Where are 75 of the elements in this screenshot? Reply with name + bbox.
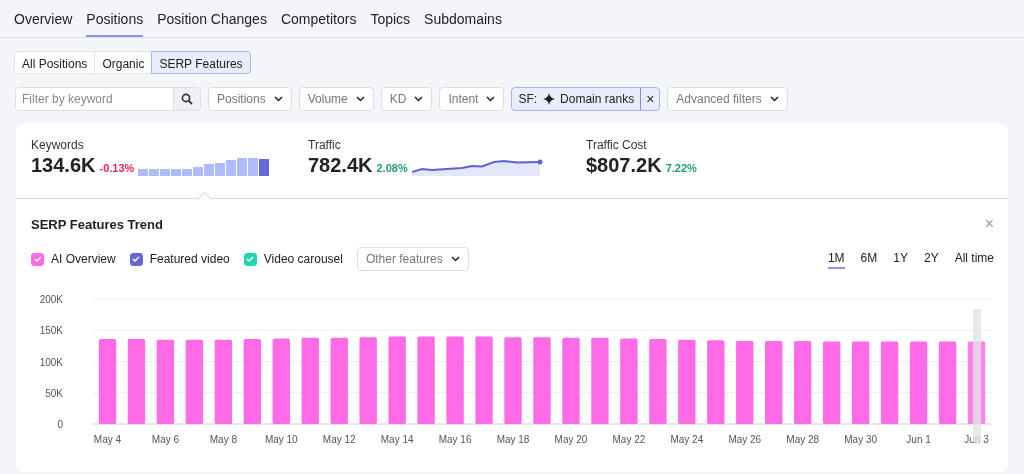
nav-tab[interactable]: Competitors (280, 0, 357, 37)
metric-label: Traffic Cost (586, 138, 648, 152)
axis-label: May 22 (612, 434, 646, 445)
caret-icon (414, 96, 424, 102)
check-icon (33, 256, 42, 262)
axis-label: May 30 (844, 434, 878, 445)
axis-label: 100K (39, 356, 63, 368)
search-button[interactable] (173, 88, 200, 110)
caret-icon (273, 96, 283, 102)
axis-label: May 24 (670, 434, 704, 445)
axis-label: May 10 (264, 434, 298, 445)
other-features-dropdown[interactable]: Other features (356, 247, 469, 271)
metric-label: Keywords (31, 138, 85, 152)
axis-label: May 18 (496, 434, 530, 445)
metric-value: 782.4K (308, 154, 373, 176)
period-tab[interactable]: 6M (860, 249, 878, 269)
axis-label: May 28 (786, 434, 820, 445)
search-icon (181, 93, 193, 105)
metric-label: Traffic (308, 138, 342, 152)
remove-filter-button[interactable]: × (640, 88, 660, 110)
search-field[interactable]: Filter by keyword (15, 87, 201, 111)
axis-label: May 20 (554, 434, 588, 445)
filter-dropdown[interactable]: KD (380, 87, 433, 111)
axis-label: May 14 (380, 434, 414, 445)
legend-label: Featured video (149, 252, 230, 266)
axis-label: Jun 3 (964, 434, 989, 445)
chip-prefix: SF: (517, 92, 539, 106)
nav-tab[interactable]: Topics (370, 0, 411, 37)
caret-icon (486, 96, 496, 102)
legend-checkbox[interactable] (243, 252, 257, 266)
metric-value: $807.2K (586, 154, 662, 176)
caret-icon (355, 96, 365, 102)
metric-panel[interactable]: Traffic 782.4K 2.08% (288, 138, 566, 199)
panel-title: SERP Features Trend (31, 216, 163, 232)
chip-button[interactable]: Domain ranks (543, 88, 641, 110)
metric-panel[interactable]: Traffic Cost $807.2K 7.22% (566, 138, 866, 199)
nav-tab[interactable]: Positions (86, 0, 144, 37)
period-tab[interactable]: 1Y (893, 249, 908, 269)
metric-change: 2.08% (376, 162, 408, 174)
legend-checkbox[interactable] (31, 252, 44, 266)
view-tab[interactable]: All Positions (14, 51, 96, 74)
check-icon (246, 256, 255, 262)
axis-label: May 8 (209, 434, 237, 445)
legend-checkbox[interactable] (129, 252, 143, 266)
axis-label: 150K (39, 325, 63, 337)
nav-tab[interactable]: Subdomains (424, 0, 502, 37)
axis-label: May 16 (438, 434, 472, 445)
axis-label: May 6 (151, 434, 180, 445)
axis-label: May 4 (93, 434, 122, 445)
sparkle-icon (543, 93, 556, 105)
filter-dropdown[interactable]: Positions (208, 87, 292, 111)
advanced-filters-dropdown[interactable]: Advanced filters (667, 87, 788, 111)
view-tab[interactable]: Organic (94, 51, 153, 74)
axis-label: 200K (39, 294, 63, 305)
axis-label: May 12 (322, 434, 356, 445)
filter-dropdown[interactable]: Volume (298, 87, 374, 111)
period-tab[interactable]: 2Y (923, 249, 939, 269)
period-tab[interactable]: All time (954, 249, 994, 269)
nav-tab[interactable]: Position Changes (157, 0, 267, 37)
filter-dropdown[interactable]: Intent (439, 87, 505, 111)
check-icon (132, 256, 141, 262)
axis-label: Jun 1 (906, 434, 931, 445)
metric-value: 134.6K (31, 154, 96, 176)
caret-icon (450, 256, 460, 262)
legend-label: Video carousel (263, 252, 343, 266)
view-tab[interactable]: SERP Features (151, 51, 251, 74)
nav-tab[interactable]: Overview (14, 0, 73, 37)
metric-change: 7.22% (665, 162, 697, 174)
axis-label: 0 (57, 419, 63, 430)
period-tab[interactable]: 1M (827, 249, 845, 269)
legend-label: AI Overview (51, 252, 116, 266)
caret-icon (769, 96, 779, 102)
axis-label: 50K (45, 387, 63, 399)
axis-label: May 26 (728, 434, 762, 445)
metric-change: -0.13% (99, 162, 135, 174)
